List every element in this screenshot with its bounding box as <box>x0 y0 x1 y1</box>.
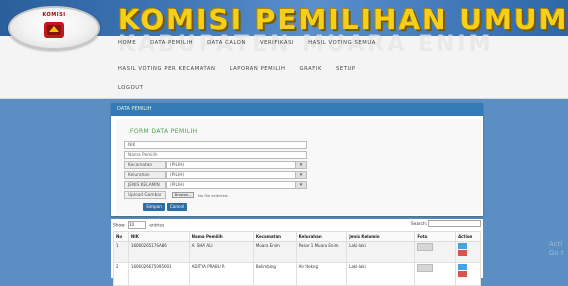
nama-pemilih-field[interactable]: Nama Pemilih <box>124 151 307 159</box>
nav-hasil-voting-per-kecamatan[interactable]: HASIL VOTING PER KECAMATAN <box>118 66 223 72</box>
form-panel: FORM DATA PEMILIH NIK Nama Pemilih Kecam… <box>116 119 482 215</box>
file-status: No file selected. <box>198 193 229 198</box>
activate-windows-watermark: Acti Go t <box>549 240 564 258</box>
cell-foto <box>414 262 457 286</box>
site-header: KOMISI KOMISI PEMILIHAN UMUM KABUPATEN M… <box>0 0 568 99</box>
form-card-header: DATA PEMILIH <box>111 103 483 116</box>
col-kelurahan[interactable]: Kelurahan <box>295 231 348 242</box>
cell-jenis-kelamin: Laki-laki <box>346 262 416 286</box>
cell-foto <box>414 241 457 263</box>
chevron-down-icon: ▾ <box>295 182 306 188</box>
kecamatan-label: Kecamatan <box>124 161 166 169</box>
kelurahan-value: (PILIH) <box>170 173 185 178</box>
save-button[interactable]: Simpan <box>143 203 165 211</box>
delete-icon[interactable] <box>458 250 468 256</box>
garuda-emblem-icon <box>44 22 64 38</box>
photo-thumbnail[interactable] <box>417 243 434 251</box>
watermark-line-2: Go t <box>549 249 564 257</box>
logo-text: KOMISI <box>42 12 66 18</box>
jenis-kelamin-value: (PILIH) <box>170 183 185 188</box>
entries-select[interactable]: 10 <box>127 221 146 229</box>
form-card: DATA PEMILIH FORM DATA PEMILIH NIK Nama … <box>111 103 483 216</box>
watermark-line-1: Acti <box>549 240 563 248</box>
nik-field[interactable]: NIK <box>124 141 307 149</box>
search-input[interactable] <box>428 220 481 227</box>
nav-grafik[interactable]: GRAFIK <box>293 66 329 72</box>
search-label: Search: <box>411 222 428 227</box>
nav-row-3: LOGOUT <box>118 85 150 91</box>
nav-row-1: HOME DATA PEMILIH DATA CALON VERIFIKASI … <box>118 40 383 46</box>
cell-kelurahan: Pasar 1 Muara Enim <box>295 241 348 263</box>
cell-kecamatan: Muara Enim <box>252 241 297 263</box>
col-jenis-kelamin[interactable]: Jenis Kelamin <box>346 231 416 242</box>
form-title: FORM DATA PEMILIH <box>130 128 198 135</box>
nav-laporan-pemilih[interactable]: LAPORAN PEMILIH <box>223 66 293 72</box>
table-row: 1 1606026517SA86 A. SHA ALI Muara Enim P… <box>113 241 481 263</box>
cell-nik: 1606026675095001 <box>127 262 190 286</box>
cell-jenis-kelamin: Laki-laki <box>346 241 416 263</box>
kelurahan-select[interactable]: (PILIH) ▾ <box>166 171 307 179</box>
col-nama-pemilih[interactable]: Nama Pemilih <box>188 231 254 242</box>
cell-no: 2 <box>113 262 129 286</box>
chevron-down-icon: ▾ <box>295 172 306 178</box>
cell-no: 1 <box>113 241 129 263</box>
kpu-logo: KOMISI <box>8 6 100 50</box>
col-nik[interactable]: NIK <box>127 231 190 242</box>
col-kecamatan[interactable]: Kecamatan <box>252 231 297 242</box>
kecamatan-value: (PILIH) <box>170 163 185 168</box>
table-row: 2 1606026675095001 ADITYA PRABU R Belimb… <box>113 262 481 286</box>
entries-label: entries <box>149 223 165 229</box>
cell-kelurahan: Air Itekng <box>295 262 348 286</box>
cell-nama: A. SHA ALI <box>188 241 254 263</box>
upload-gambar-label: Upload Gambar <box>124 191 166 199</box>
nav-hasil-voting-semua[interactable]: HASIL VOTING SEMUA <box>301 40 383 46</box>
nav-data-calon[interactable]: DATA CALON <box>200 40 253 46</box>
jenis-kelamin-label: JENIS KELAMIN <box>124 181 166 189</box>
edit-icon[interactable] <box>458 264 468 270</box>
table-card: Show 10 entries Search: No NIK Nama Pemi… <box>111 219 483 286</box>
entries-value: 10 <box>128 222 135 227</box>
jenis-kelamin-select[interactable]: (PILIH) ▾ <box>166 181 307 189</box>
nav-row-2: HASIL VOTING PER KECAMATAN LAPORAN PEMIL… <box>118 66 363 72</box>
cancel-button[interactable]: Cancel <box>167 203 187 211</box>
kelurahan-label: Kelurahan <box>124 171 166 179</box>
cell-nama: ADITYA PRABU R <box>188 262 254 286</box>
edit-icon[interactable] <box>458 243 468 249</box>
col-action[interactable]: Action <box>455 231 481 242</box>
browse-button[interactable]: Browse... <box>172 192 194 198</box>
nav-logout[interactable]: LOGOUT <box>118 85 150 91</box>
delete-icon[interactable] <box>458 271 468 277</box>
nav-data-pemilih[interactable]: DATA PEMILIH <box>143 40 200 46</box>
cell-kecamatan: Belimbing <box>252 262 297 286</box>
col-foto[interactable]: Foto <box>414 231 457 242</box>
kecamatan-select[interactable]: (PILIH) ▾ <box>166 161 307 169</box>
nav-home[interactable]: HOME <box>118 40 143 46</box>
nav-setup[interactable]: SETUP <box>329 66 363 72</box>
show-label: Show <box>113 223 125 229</box>
table-header-row: No NIK Nama Pemilih Kecamatan Kelurahan … <box>113 231 481 242</box>
cell-action <box>455 241 481 263</box>
nav-verifikasi[interactable]: VERIFIKASI <box>253 40 301 46</box>
cell-nik: 1606026517SA86 <box>127 241 190 263</box>
photo-thumbnail[interactable] <box>417 264 434 272</box>
col-no[interactable]: No <box>113 231 129 242</box>
length-control: Show 10 entries <box>113 221 164 229</box>
cell-action <box>455 262 481 286</box>
chevron-down-icon: ▾ <box>295 162 306 168</box>
